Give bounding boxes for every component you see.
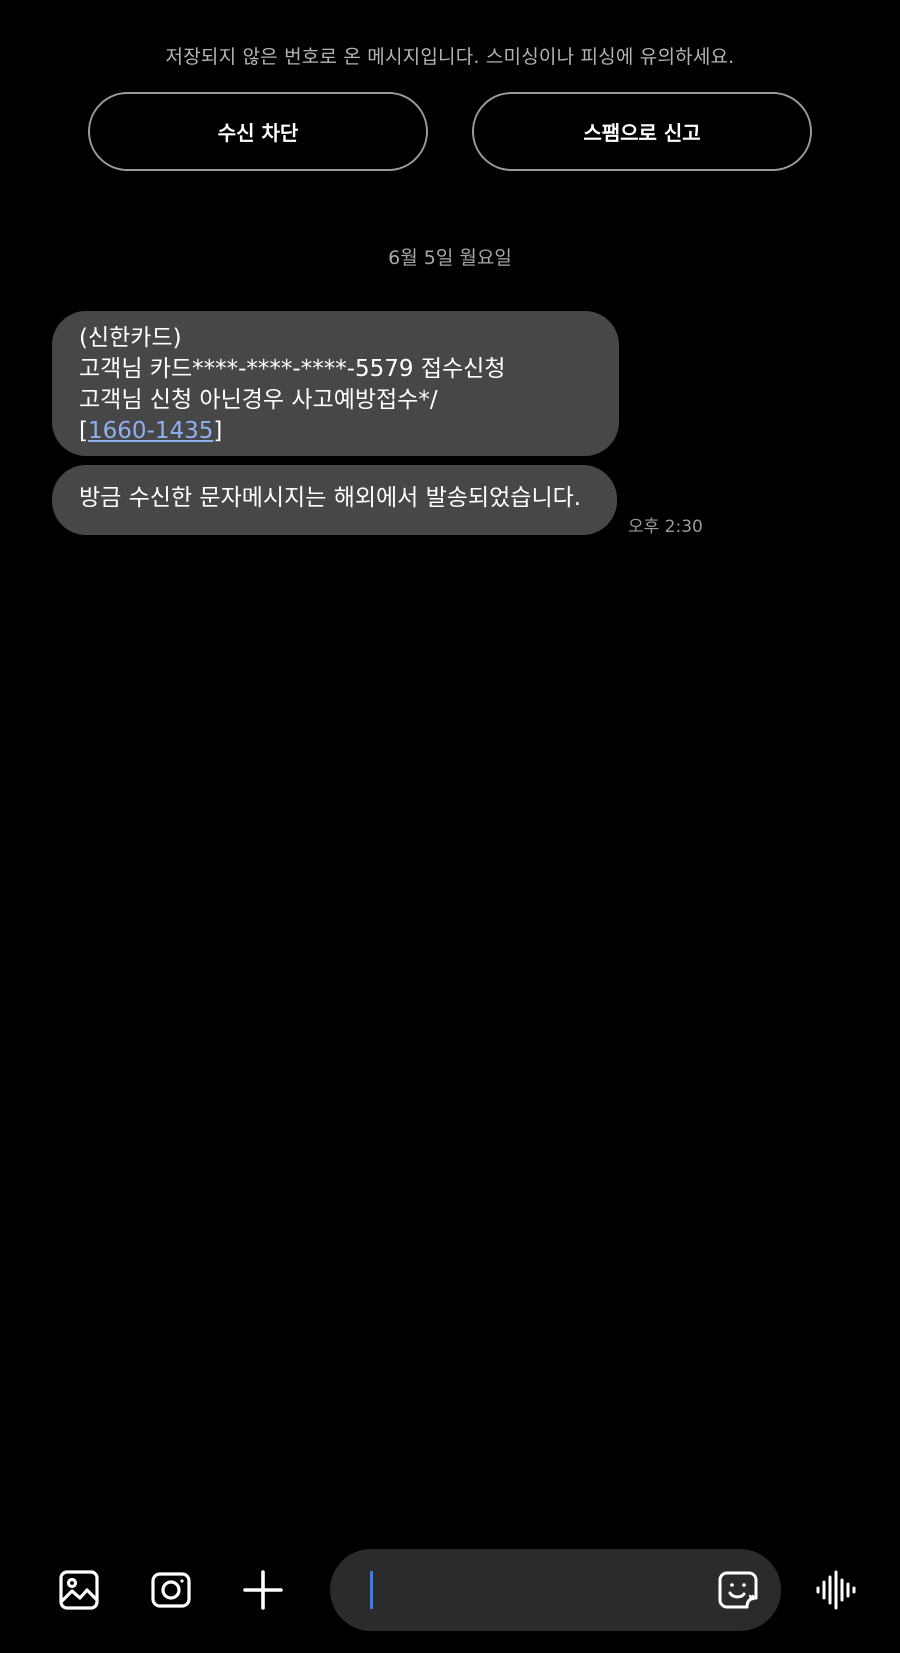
phone-number-link[interactable]: 1660-1435 bbox=[88, 418, 213, 444]
text-cursor bbox=[370, 1571, 373, 1609]
bracket-close: ] bbox=[213, 418, 223, 444]
camera-icon[interactable] bbox=[148, 1567, 194, 1613]
emoji-sticker-icon[interactable] bbox=[717, 1569, 759, 1611]
message-line: 고객님 카드****-****-****-5579 접수신청 bbox=[79, 356, 506, 382]
date-separator: 6월 5일 월요일 bbox=[388, 247, 512, 269]
plus-icon[interactable] bbox=[240, 1567, 286, 1613]
message-bubble[interactable]: 방금 수신한 문자메시지는 해외에서 발송되었습니다. bbox=[52, 465, 617, 535]
bracket-open: [ bbox=[79, 418, 88, 444]
messages-screen: 저장되지 않은 번호로 온 메시지입니다. 스미싱이나 피싱에 유의하세요. 수… bbox=[0, 0, 900, 1653]
block-number-button[interactable]: 수신 차단 bbox=[88, 92, 428, 171]
message-input-container[interactable] bbox=[330, 1549, 781, 1631]
message-line: 고객님 신청 아닌경우 사고예방접수*/ bbox=[79, 387, 438, 413]
unknown-sender-warning: 저장되지 않은 번호로 온 메시지입니다. 스미싱이나 피싱에 유의하세요. bbox=[165, 46, 735, 68]
message-bubble[interactable]: (신한카드) 고객님 카드****-****-****-5579 접수신청 고객… bbox=[52, 311, 619, 456]
message-line: (신한카드) bbox=[79, 325, 182, 351]
message-line-link: [1660-1435] bbox=[79, 416, 599, 447]
voice-waveform-icon[interactable] bbox=[813, 1567, 859, 1613]
gallery-icon[interactable] bbox=[56, 1567, 102, 1613]
message-input[interactable] bbox=[370, 1565, 690, 1615]
message-timestamp: 오후 2:30 bbox=[628, 517, 703, 537]
report-spam-button[interactable]: 스팸으로 신고 bbox=[472, 92, 812, 171]
